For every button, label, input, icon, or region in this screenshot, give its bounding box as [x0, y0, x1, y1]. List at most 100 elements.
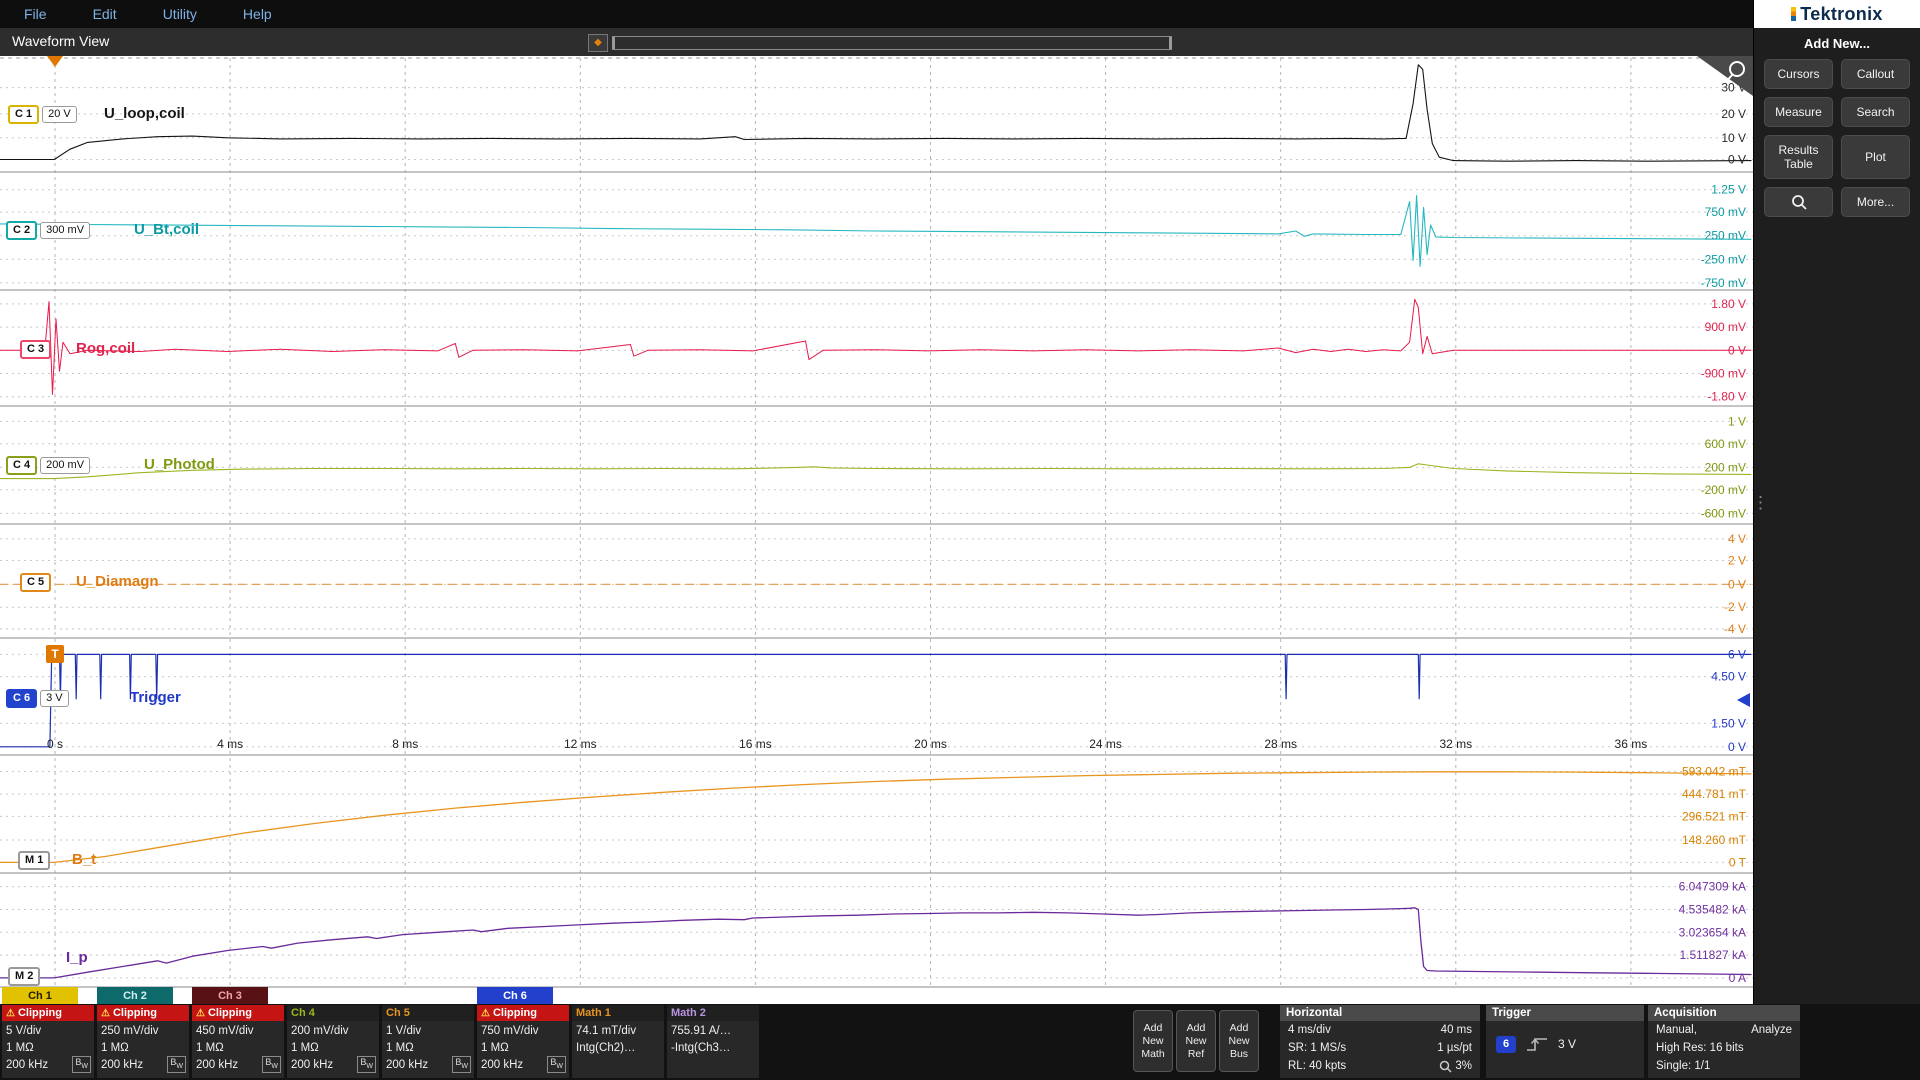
clipping-warning-ch1: ⚠Clipping — [2, 1005, 94, 1021]
channel-scale-c-1[interactable]: 20 V — [42, 106, 77, 123]
channel-badge-row-m-1: M 1 — [18, 851, 50, 870]
channel-badge-c-6[interactable]: C 6 — [6, 689, 37, 708]
channel-tab-ch-3[interactable]: Ch 3 — [192, 987, 268, 1004]
tick-label-ch4: 600 mV — [1705, 437, 1746, 451]
tick-label-ch5: 4 V — [1728, 532, 1746, 546]
tick-label-math2: 1.511827 kA — [1680, 948, 1747, 962]
horizontal-window: 40 ms — [1441, 1021, 1472, 1039]
trigger-level-arrow[interactable] — [1737, 693, 1750, 707]
add-new-bus-button[interactable]: AddNewBus — [1219, 1010, 1259, 1072]
add-new-ref-button[interactable]: AddNewRef — [1176, 1010, 1216, 1072]
sidebar-zoom-button[interactable] — [1764, 187, 1833, 217]
channel-badge-row-c-4: C 4200 mV — [6, 456, 90, 475]
channel-tab-ch-2[interactable]: Ch 2 — [97, 987, 173, 1004]
tick-label-ch4: 1 V — [1728, 414, 1746, 428]
zoom-percent-icon — [1439, 1060, 1452, 1073]
channel-card-ch3[interactable]: ⚠Clipping450 mV/div1 MΩ200 kHzBW — [192, 1005, 284, 1078]
add-new-math-button[interactable]: AddNewMath — [1133, 1010, 1173, 1072]
sidebar-button-more[interactable]: More... — [1841, 187, 1910, 217]
channel-badge-m-1[interactable]: M 1 — [18, 851, 50, 870]
channel-badge-m-2[interactable]: M 2 — [8, 967, 40, 986]
channel-scale-c-6[interactable]: 3 V — [40, 690, 69, 707]
zoom-corner-icon[interactable] — [1697, 56, 1753, 96]
card-title-ch5: Ch 5 — [382, 1005, 474, 1021]
channel-tab-ch-6[interactable]: Ch 6 — [477, 987, 553, 1004]
trigger-source-marker[interactable]: T — [46, 645, 64, 663]
card-line-math2-1: -Intg(Ch3… — [671, 1040, 755, 1057]
card-title-ch4: Ch 4 — [287, 1005, 379, 1021]
zoom-overview-icon[interactable]: ◆ — [588, 34, 608, 52]
card-body-ch3: 450 mV/div1 MΩ200 kHzBW — [192, 1021, 284, 1076]
channel-card-ch5[interactable]: Ch 51 V/div1 MΩ200 kHzBW — [382, 1005, 474, 1078]
sidebar-button-plot[interactable]: Plot — [1841, 135, 1910, 179]
tick-label-math2: 0 A — [1729, 971, 1746, 985]
card-body-ch4: 200 mV/div1 MΩ200 kHzBW — [287, 1021, 379, 1076]
card-line-ch1-0: 5 V/div — [6, 1023, 90, 1040]
clipping-warning-ch6: ⚠Clipping — [477, 1005, 569, 1021]
bandwidth-limit-icon: BW — [452, 1056, 471, 1073]
time-label-12-ms: 12 ms — [564, 737, 597, 751]
trace-label-trigger: Trigger — [130, 689, 181, 706]
channel-card-math1[interactable]: Math 174.1 mT/divIntg(Ch2)… — [572, 1005, 664, 1078]
tick-label-ch2: 250 mV — [1705, 229, 1746, 243]
menu-item-edit[interactable]: Edit — [93, 6, 117, 22]
acq-single: Single: 1/1 — [1656, 1057, 1710, 1075]
card-line-ch6-1: 1 MΩ — [481, 1040, 565, 1057]
menu-item-help[interactable]: Help — [243, 6, 272, 22]
channel-card-ch1[interactable]: ⚠Clipping5 V/div1 MΩ200 kHzBW — [2, 1005, 94, 1078]
trace-label-u-diamagn: U_Diamagn — [76, 573, 159, 590]
tektronix-logo: Tektronix — [1754, 0, 1920, 28]
trace-ch6 — [0, 654, 1751, 746]
card-line-ch5-1: 1 MΩ — [386, 1040, 470, 1057]
warning-icon: ⚠ — [481, 1008, 490, 1019]
menu-item-file[interactable]: File — [24, 6, 47, 22]
card-line-ch4-0: 200 mV/div — [291, 1023, 375, 1040]
tick-label-math2: 4.535482 kA — [1679, 902, 1746, 916]
horizontal-panel[interactable]: Horizontal 4 ms/div 40 ms SR: 1 MS/s 1 µ… — [1280, 1005, 1480, 1078]
trigger-panel[interactable]: Trigger 6 3 V — [1486, 1005, 1644, 1078]
card-line-math2-0: 755.91 A/… — [671, 1023, 755, 1040]
card-body-ch6: 750 mV/div1 MΩ200 kHzBW — [477, 1021, 569, 1076]
panel-drag-handle[interactable]: ⋮ — [1752, 498, 1769, 507]
channel-card-ch4[interactable]: Ch 4200 mV/div1 MΩ200 kHzBW — [287, 1005, 379, 1078]
channel-badge-c-3[interactable]: C 3 — [20, 340, 51, 359]
sidebar-button-results-table[interactable]: Results Table — [1764, 135, 1833, 179]
tick-label-ch6: 1.50 V — [1711, 716, 1746, 730]
acquisition-panel[interactable]: Acquisition Manual, Analyze High Res: 16… — [1648, 1005, 1800, 1078]
time-label-28-ms: 28 ms — [1264, 737, 1297, 751]
channel-card-ch2[interactable]: ⚠Clipping250 mV/div1 MΩ200 kHzBW — [97, 1005, 189, 1078]
sidebar-button-search[interactable]: Search — [1841, 97, 1910, 127]
channel-scale-c-2[interactable]: 300 mV — [40, 222, 90, 239]
sidebar-button-measure[interactable]: Measure — [1764, 97, 1833, 127]
time-label-0-s: 0 s — [47, 737, 63, 751]
channel-scale-c-4[interactable]: 200 mV — [40, 457, 90, 474]
channel-badge-c-4[interactable]: C 4 — [6, 456, 37, 475]
trigger-source-badge: 6 — [1496, 1036, 1516, 1053]
menu-item-utility[interactable]: Utility — [163, 6, 197, 22]
card-line-ch3-1: 1 MΩ — [196, 1040, 280, 1057]
trigger-position-marker[interactable] — [47, 56, 63, 67]
channel-badge-c-1[interactable]: C 1 — [8, 105, 39, 124]
channel-badge-c-5[interactable]: C 5 — [20, 573, 51, 592]
trigger-level: 3 V — [1558, 1037, 1576, 1051]
channel-tab-ch-1[interactable]: Ch 1 — [2, 987, 78, 1004]
waveform-view-title: Waveform View — [12, 33, 109, 49]
channel-card-math2[interactable]: Math 2755.91 A/…-Intg(Ch3… — [667, 1005, 759, 1078]
tick-label-ch1: 0 V — [1728, 152, 1746, 166]
bandwidth-limit-icon: BW — [357, 1056, 376, 1073]
sidebar-button-callout[interactable]: Callout — [1841, 59, 1910, 89]
zoom-overview-bar[interactable] — [612, 36, 1172, 50]
waveform-plot[interactable]: 30 V20 V10 V0 V1.25 V750 mV250 mV-250 mV… — [0, 56, 1753, 1004]
sidebar: Tektronix Add New... CursorsCalloutMeasu… — [1753, 0, 1920, 1004]
sidebar-button-cursors[interactable]: Cursors — [1764, 59, 1833, 89]
menu-bar: File Edit Utility Help — [0, 0, 1753, 28]
channel-badge-c-2[interactable]: C 2 — [6, 221, 37, 240]
channel-card-ch6[interactable]: ⚠Clipping750 mV/div1 MΩ200 kHzBW — [477, 1005, 569, 1078]
time-label-32-ms: 32 ms — [1439, 737, 1472, 751]
magnifier-icon — [1791, 194, 1807, 210]
card-line-ch3-0: 450 mV/div — [196, 1023, 280, 1040]
tick-label-ch3: 0 V — [1728, 343, 1746, 357]
card-body-math2: 755.91 A/…-Intg(Ch3… — [667, 1021, 759, 1076]
tick-label-ch5: 2 V — [1728, 553, 1746, 567]
trace-label-u-bt-coil: U_Bt,coil — [134, 221, 199, 238]
